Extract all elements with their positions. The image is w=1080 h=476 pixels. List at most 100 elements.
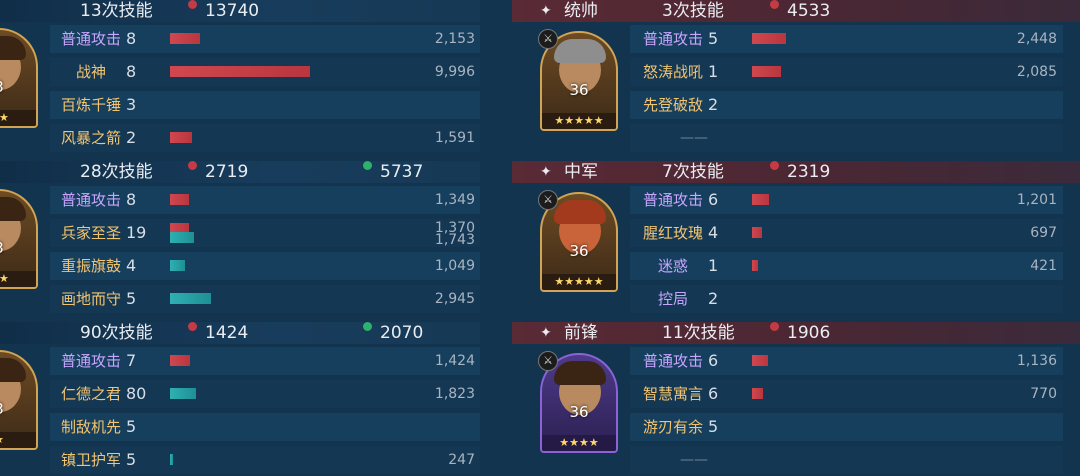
skill-count: 8 bbox=[126, 62, 137, 81]
skill-count: 80 bbox=[126, 384, 147, 403]
damage-total: 13740 bbox=[205, 1, 260, 21]
skill-name: 普通攻击 bbox=[643, 30, 704, 48]
skill-count: 2 bbox=[126, 128, 137, 147]
left-vanguard-portrait[interactable]: 3★ bbox=[0, 350, 38, 450]
left-middle-header: 军28次技能27195737 bbox=[0, 161, 480, 183]
damage-value: 421 bbox=[1030, 258, 1057, 274]
empty-dash: —— bbox=[680, 452, 708, 468]
damage-bar bbox=[170, 194, 189, 205]
skill-name: 镇卫护军 bbox=[61, 451, 122, 469]
hero-hair bbox=[0, 358, 26, 382]
damage-value: 1,424 bbox=[434, 353, 475, 369]
hero-stars: ★★ bbox=[0, 110, 36, 126]
heal-bar bbox=[170, 454, 174, 465]
skill-count: 4 bbox=[708, 223, 719, 242]
star-icon: ✦ bbox=[540, 164, 552, 180]
right-middle-header: ✦ 中军 7次技能 2319 bbox=[512, 161, 1080, 183]
skill-count: 6 bbox=[708, 384, 719, 403]
skill-name: 百炼千锤 bbox=[61, 96, 122, 114]
skill-row bbox=[630, 285, 1063, 313]
right-vanguard-header: ✦ 前锋 11次技能 1906 bbox=[512, 322, 1080, 344]
skill-name: 战神 bbox=[76, 63, 107, 81]
heal-value: 2,945 bbox=[434, 291, 475, 307]
skill-name: 腥红玫瑰 bbox=[643, 224, 704, 242]
damage-total: 1424 bbox=[205, 323, 249, 343]
skill-count: 5 bbox=[126, 289, 137, 308]
damage-bar bbox=[170, 33, 201, 44]
skill-times: 90次技能 bbox=[80, 323, 153, 343]
damage-value: 1,201 bbox=[1016, 192, 1057, 208]
skill-name: 普通攻击 bbox=[643, 352, 704, 370]
skill-count: 2 bbox=[708, 289, 719, 308]
damage-bar bbox=[170, 66, 310, 77]
hero-stars: ★★★★ bbox=[542, 435, 616, 451]
star-icon: ✦ bbox=[540, 3, 552, 19]
role-label: 前锋 bbox=[564, 323, 598, 343]
role-label: 中军 bbox=[564, 162, 598, 182]
damage-bar bbox=[752, 33, 787, 44]
hero-hair bbox=[0, 197, 26, 221]
damage-total: 4533 bbox=[787, 1, 831, 21]
skill-name: 重振旗鼓 bbox=[61, 257, 122, 275]
damage-bar bbox=[752, 66, 782, 77]
heal-value: 1,049 bbox=[434, 258, 475, 274]
hero-hair bbox=[554, 200, 606, 224]
skill-name: 怒涛战吼 bbox=[643, 63, 704, 81]
skill-count: 19 bbox=[126, 223, 147, 242]
damage-value: 2,085 bbox=[1016, 64, 1057, 80]
heal-total: 2070 bbox=[380, 323, 424, 343]
hero-level: 36 bbox=[569, 403, 589, 421]
damage-dot-icon bbox=[188, 161, 197, 170]
hero-stars: ★ bbox=[0, 432, 36, 448]
heal-value: 1,823 bbox=[434, 386, 475, 402]
troop-type-icon: ⚔ bbox=[538, 190, 558, 210]
damage-value: 770 bbox=[1030, 386, 1057, 402]
skill-count: 7 bbox=[126, 351, 137, 370]
skill-name: 普通攻击 bbox=[643, 191, 704, 209]
skill-count: 3 bbox=[126, 95, 137, 114]
skill-count: 4 bbox=[126, 256, 137, 275]
skill-count: 5 bbox=[708, 29, 719, 48]
skill-name: 普通攻击 bbox=[61, 191, 122, 209]
hero-stars: ★★★★★ bbox=[542, 274, 616, 290]
skill-count: 1 bbox=[708, 62, 719, 81]
skill-name: 游刃有余 bbox=[643, 418, 704, 436]
skill-name: 仁德之君 bbox=[61, 385, 122, 403]
hero-hair bbox=[0, 36, 26, 60]
troop-type-icon: ⚔ bbox=[538, 351, 558, 371]
skill-count: 5 bbox=[126, 450, 137, 469]
left-commander-portrait[interactable]: 3 ★★ bbox=[0, 28, 38, 128]
damage-value: 1,349 bbox=[434, 192, 475, 208]
skill-times: 13次技能 bbox=[80, 1, 153, 21]
hero-stars: ★★★★★ bbox=[542, 113, 616, 129]
damage-total: 1906 bbox=[787, 323, 831, 343]
role-label: 统帅 bbox=[564, 1, 598, 21]
skill-count: 6 bbox=[708, 190, 719, 209]
left-middle-portrait[interactable]: 3 ★★ bbox=[0, 189, 38, 289]
damage-dot-icon bbox=[770, 322, 779, 331]
skill-count: 5 bbox=[708, 417, 719, 436]
skill-count: 6 bbox=[708, 351, 719, 370]
heal-total: 5737 bbox=[380, 162, 424, 182]
damage-bar bbox=[752, 260, 758, 271]
heal-bar bbox=[170, 260, 185, 271]
skill-times: 7次技能 bbox=[662, 162, 724, 182]
skill-count: 8 bbox=[126, 190, 137, 209]
skill-count: 1 bbox=[708, 256, 719, 275]
skill-name: 先登破敌 bbox=[643, 96, 704, 114]
skill-name: 兵家至圣 bbox=[61, 224, 122, 242]
skill-name: 普通攻击 bbox=[61, 30, 122, 48]
skill-name: 普通攻击 bbox=[61, 352, 122, 370]
damage-value: 9,996 bbox=[434, 64, 475, 80]
battle-report: 帅13次技能137403★★普通攻击82,153战神89,996百炼千锤3风暴之… bbox=[0, 0, 1080, 476]
hero-level: 3 bbox=[0, 78, 36, 96]
heal-bar bbox=[170, 232, 195, 243]
damage-value: 697 bbox=[1030, 225, 1057, 241]
heal-dot-icon bbox=[363, 161, 372, 170]
skill-name: 画地而守 bbox=[61, 290, 122, 308]
damage-value: 2,153 bbox=[434, 31, 475, 47]
damage-total: 2319 bbox=[787, 162, 831, 182]
hero-level: 36 bbox=[569, 81, 589, 99]
left-vanguard-header: 锋90次技能14242070 bbox=[0, 322, 480, 344]
damage-bar bbox=[752, 194, 769, 205]
